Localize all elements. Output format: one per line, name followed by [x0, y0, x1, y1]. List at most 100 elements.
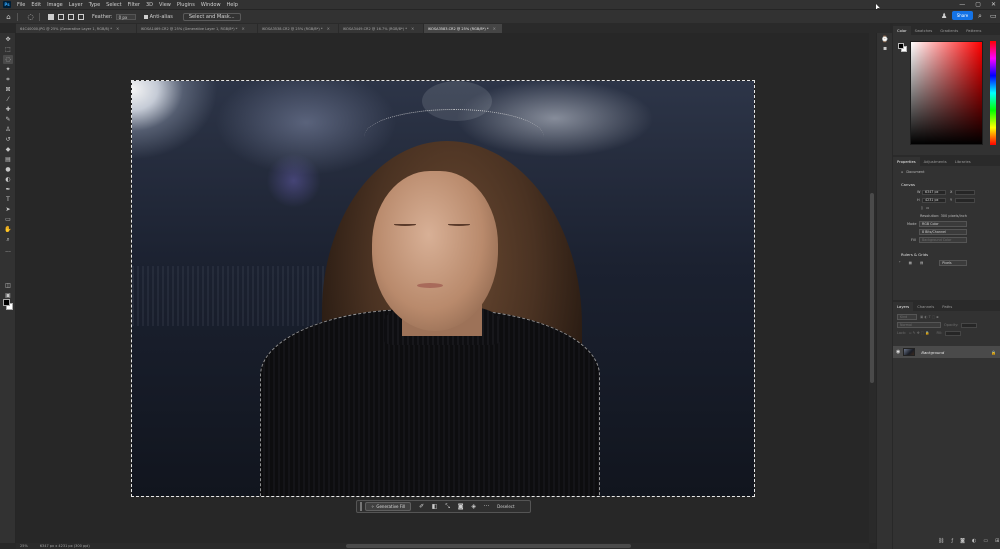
x-input[interactable]	[955, 189, 975, 195]
close-tab-icon[interactable]: ×	[411, 26, 414, 31]
close-tab-icon[interactable]: ×	[241, 26, 244, 31]
frame-tool-icon[interactable]: ⊠	[3, 85, 13, 94]
rectangle-tool-icon[interactable]: ▭	[3, 215, 13, 224]
lock-icons[interactable]: ▫ ✎ ✥ ⬚ 🔒	[909, 331, 929, 335]
tab-channels[interactable]: Channels	[913, 302, 938, 311]
mask-icon[interactable]: ◙	[454, 503, 467, 510]
add-selection-icon[interactable]	[58, 13, 64, 20]
color-mode-dropdown[interactable]: RGB Color	[919, 221, 967, 227]
lasso-tool-preset-icon[interactable]: ◌	[26, 13, 35, 21]
close-tab-icon[interactable]: ×	[327, 26, 330, 31]
document-workspace[interactable]	[16, 33, 869, 543]
close-tab-icon[interactable]: ×	[493, 26, 496, 31]
brush-tool-icon[interactable]: ✎	[3, 115, 13, 124]
menu-file[interactable]: File	[14, 2, 28, 8]
home-icon[interactable]: ⌂	[4, 13, 13, 21]
history-brush-tool-icon[interactable]: ↺	[3, 135, 13, 144]
tab-doc-1[interactable]: 64C40000.JPG @ 25% (Generative Layer 1, …	[16, 24, 136, 33]
ruler-icon[interactable]: ⌜	[899, 261, 901, 265]
vertical-scrollbar[interactable]	[869, 33, 876, 543]
blend-mode-dropdown[interactable]: Normal	[897, 322, 941, 328]
minimize-button[interactable]: —	[959, 1, 965, 8]
grid-icon[interactable]: ▦	[909, 261, 912, 265]
path-selection-tool-icon[interactable]: ➤	[3, 205, 13, 214]
select-and-mask-button[interactable]: Select and Mask...	[182, 12, 241, 21]
layer-style-icon[interactable]: ƒ	[951, 538, 953, 544]
comments-panel-icon[interactable]: ▪	[881, 45, 889, 53]
menu-edit[interactable]: Edit	[28, 2, 44, 8]
background-fill-dropdown[interactable]: Background Color	[919, 237, 967, 243]
modify-selection-icon[interactable]: ✐	[415, 503, 428, 510]
marquee-tool-icon[interactable]: ⬚	[3, 45, 13, 54]
maximize-button[interactable]: ▢	[975, 1, 981, 8]
foreground-color-swatch[interactable]	[3, 299, 10, 306]
gradient-tool-icon[interactable]: ▤	[3, 155, 13, 164]
intersect-selection-icon[interactable]	[78, 13, 84, 20]
search-icon[interactable]: ⌕	[978, 12, 982, 21]
deselect-button[interactable]: Deselect	[497, 504, 514, 509]
horizontal-scrollbar[interactable]	[16, 543, 869, 549]
add-mask-icon[interactable]: ◙	[960, 538, 965, 544]
tab-adjustments[interactable]: Adjustments	[920, 157, 951, 166]
layer-row-background[interactable]: ◉ Background 🔒	[893, 346, 1000, 358]
layer-lock-icon[interactable]: 🔒	[991, 350, 996, 355]
menu-image[interactable]: Image	[44, 2, 66, 8]
invert-selection-icon[interactable]: ◧	[428, 503, 441, 510]
subtract-selection-icon[interactable]	[68, 13, 74, 20]
tab-paths[interactable]: Paths	[938, 302, 956, 311]
move-tool-icon[interactable]: ✥	[3, 35, 13, 44]
tab-properties[interactable]: Properties	[893, 157, 920, 166]
drag-handle[interactable]	[360, 502, 362, 511]
workspace-icon[interactable]: ▭	[990, 12, 997, 20]
image-canvas[interactable]	[131, 80, 755, 497]
eraser-tool-icon[interactable]: ◆	[3, 145, 13, 154]
more-tools-icon[interactable]: ···	[3, 248, 13, 257]
menu-layer[interactable]: Layer	[66, 2, 86, 8]
hand-tool-icon[interactable]: ✋	[3, 225, 13, 234]
fill-selection-icon[interactable]: ◈	[467, 503, 480, 510]
healing-brush-tool-icon[interactable]: ✚	[3, 105, 13, 114]
menu-plugins[interactable]: Plugins	[174, 2, 198, 8]
menu-help[interactable]: Help	[224, 2, 241, 8]
new-group-icon[interactable]: ▭	[983, 538, 988, 544]
tab-patterns[interactable]: Patterns	[962, 26, 985, 35]
tab-gradients[interactable]: Gradients	[936, 26, 962, 35]
rulers-grids-title[interactable]: Rulers & Grids	[893, 250, 1000, 258]
tab-doc-4[interactable]: IKOSA3449.CR2 @ 16.7% (RGB/8*) * ×	[339, 24, 423, 33]
tab-color[interactable]: Color	[893, 26, 911, 35]
bit-depth-dropdown[interactable]: 8 Bits/Channel	[919, 229, 967, 235]
tab-swatches[interactable]: Swatches	[911, 26, 937, 35]
visibility-eye-icon[interactable]: ◉	[896, 349, 900, 355]
tab-layers[interactable]: Layers	[893, 302, 914, 311]
tab-doc-3[interactable]: IKOSA3538.CR2 @ 25% (RGB/8*) * ×	[258, 24, 338, 33]
dodge-tool-icon[interactable]: ◐	[3, 175, 13, 184]
tab-doc-5-active[interactable]: IKOSA3583.CR2 @ 25% (RGB/8*) * ×	[424, 24, 502, 33]
object-selection-tool-icon[interactable]: ✦	[3, 65, 13, 74]
fill-opacity-input[interactable]	[945, 330, 962, 336]
link-layers-icon[interactable]: ⛓	[938, 538, 944, 544]
crop-tool-icon[interactable]: ⌗	[3, 75, 13, 84]
lasso-tool-icon[interactable]: ◌	[3, 55, 13, 64]
canvas-section-title[interactable]: Canvas	[893, 180, 1000, 188]
new-selection-icon[interactable]	[48, 13, 54, 20]
feather-input[interactable]: 0 px	[115, 13, 136, 20]
hue-slider[interactable]	[990, 41, 996, 145]
generative-fill-button[interactable]: ✧ Generative Fill	[365, 502, 412, 511]
opacity-input[interactable]	[961, 322, 978, 328]
zoom-tool-icon[interactable]: ⌕	[3, 235, 13, 244]
layer-filter-dropdown[interactable]: Kind	[897, 314, 917, 320]
blur-tool-icon[interactable]: ●	[3, 165, 13, 174]
menu-3d[interactable]: 3D	[143, 2, 156, 8]
document-info[interactable]: 6347 px x 4231 px (300 ppi)	[40, 544, 90, 548]
menu-select[interactable]: Select	[103, 2, 124, 8]
layer-name[interactable]: Background	[921, 350, 944, 355]
share-button[interactable]: Share	[952, 11, 973, 20]
tab-doc-2[interactable]: IKOSA1469.CR2 @ 25% (Generative Layer 1,…	[137, 24, 257, 33]
foreground-color-chip[interactable]	[898, 43, 904, 49]
guides-icon[interactable]: ▤	[920, 261, 923, 265]
color-picker-field[interactable]	[910, 41, 983, 145]
y-input[interactable]	[955, 197, 975, 203]
tab-libraries[interactable]: Libraries	[951, 157, 975, 166]
close-tab-icon[interactable]: ×	[116, 26, 119, 31]
height-input[interactable]: 4231 px	[922, 197, 946, 203]
